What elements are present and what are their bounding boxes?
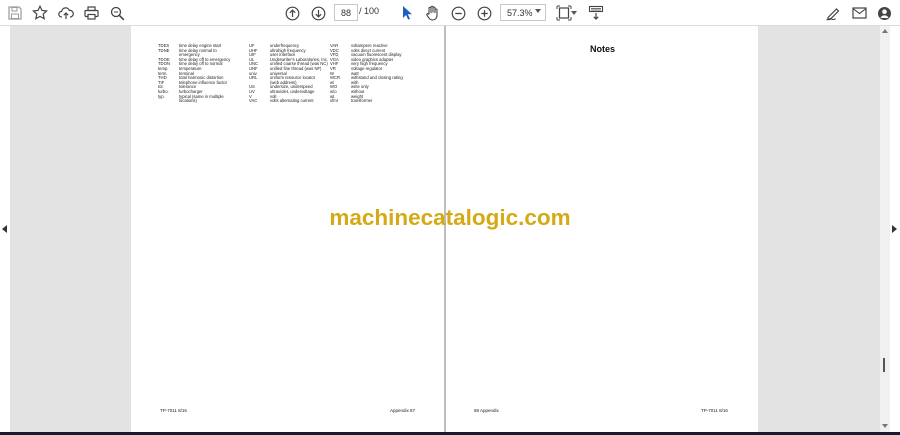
page-footer-right: TP-7011 8/16 (701, 408, 728, 413)
upload-cloud-icon[interactable] (56, 3, 76, 23)
zoom-out-icon[interactable] (448, 3, 468, 23)
select-cursor-icon[interactable] (397, 3, 417, 23)
abbreviation-table: TDES time delay engine start UF underfreque… (158, 43, 411, 104)
scroll-mode-icon[interactable] (586, 3, 606, 23)
watermark-text: machinecatalogic.com (329, 205, 571, 230)
toolbar: 88 / 100 57.3% (0, 0, 900, 26)
save-icon[interactable] (5, 3, 25, 23)
abbreviation-term (158, 99, 179, 104)
notes-heading: Notes (590, 44, 616, 54)
page-footer-left: 88 Appendix (474, 408, 499, 413)
page-total: 100 (364, 6, 380, 16)
scroll-up-arrow-icon[interactable] (882, 29, 888, 33)
page-up-icon[interactable] (282, 3, 302, 23)
page-down-icon[interactable] (308, 3, 328, 23)
account-icon[interactable] (874, 3, 894, 23)
abbreviation-definition: locations) (179, 98, 197, 104)
scroll-down-arrow-icon[interactable] (882, 424, 888, 428)
scrollbar-thumb[interactable] (883, 358, 885, 372)
sign-icon[interactable] (823, 3, 843, 23)
page-footer-left: TP-7011 8/16 (160, 408, 187, 413)
abbreviation-row: locations) VAC volts alternating current xf… (158, 99, 411, 104)
zoom-search-icon[interactable] (107, 3, 127, 23)
email-icon[interactable] (849, 3, 869, 23)
abbreviation-term: VAC (249, 98, 258, 104)
page-number-input[interactable]: 88 (334, 4, 358, 21)
print-icon[interactable] (81, 3, 101, 23)
abbreviation-definition: volts alternating current (270, 98, 314, 104)
zoom-in-icon[interactable] (474, 3, 494, 23)
abbreviation-definition: transformer (351, 98, 373, 104)
hand-tool-icon[interactable] (422, 3, 442, 23)
fit-page-dropdown-caret-icon[interactable] (570, 3, 578, 23)
page-footer-right: Appendix 87 (390, 408, 416, 413)
zoom-dropdown-caret-icon[interactable] (535, 9, 541, 13)
abbreviation-term: xfmr (330, 98, 339, 104)
bookmark-star-icon[interactable] (30, 3, 50, 23)
page-separator: / (359, 6, 362, 16)
